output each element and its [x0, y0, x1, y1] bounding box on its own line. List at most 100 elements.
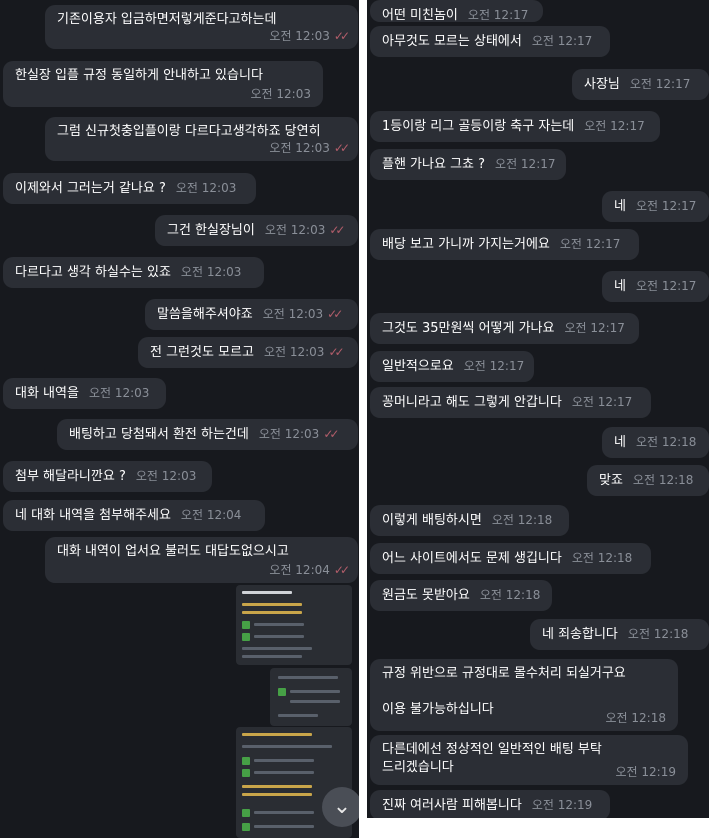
message-text: 맞죠 [599, 473, 623, 488]
received-message-bubble: 다른데에선 정상적인 일반적인 배팅 부탁 드리겠습니다 오전 12:19 [370, 735, 688, 785]
timestamp: 오전 12:03 [263, 345, 325, 359]
message-text: 배당 보고 가니까 가지는거에요 [382, 237, 550, 252]
message-text: 그것도 35만원씩 어떻게 가나요 [382, 321, 555, 336]
received-message-bubble: 꽁머니라고 해도 그렇게 안갑니다 오전 12:17 [370, 387, 651, 418]
message-text: 어떤 미친놈이 [382, 8, 458, 23]
timestamp: 오전 12:04 [180, 508, 242, 522]
received-message-bubble: 어떤 미친놈이 오전 12:17 [370, 0, 543, 23]
message-time: 오전 12:03 ✓✓ [258, 427, 340, 441]
message-time: 오전 12:19 [532, 798, 592, 812]
chat-pane-left: ⌄ 기존이용자 입금하면저렇게준다고하는데 오전 12:03 ✓✓ 한실장 입플 규정… [0, 0, 359, 838]
message-text: 네 [614, 199, 626, 214]
sent-message-bubble: 말씀을해주셔야죠 오전 12:03 ✓✓ [145, 299, 358, 330]
message-time: 오전 12:17 [495, 157, 555, 171]
timestamp: 오전 12:18 [571, 551, 633, 565]
message-time: 오전 12:19 [616, 763, 676, 781]
timestamp: 오전 12:03 [258, 427, 320, 441]
message-text: 이제와서 그러는거 같나요 ? [15, 181, 166, 196]
message-time: 오전 12:03 ✓✓ [269, 27, 350, 45]
read-check-icon: ✓✓ [328, 345, 344, 359]
timestamp: 오전 12:18 [632, 473, 694, 487]
received-message-bubble: 이제와서 그러는거 같나요 ? 오전 12:03 [3, 173, 256, 204]
chat-pane-right: 어떤 미친놈이 오전 12:17 아무것도 모르는 상태에서 오전 12:17 사장님 오… [367, 0, 709, 838]
timestamp: 오전 12:03 [175, 181, 237, 195]
received-message-bubble: 플핸 가나요 그쵸 ? 오전 12:17 [370, 149, 566, 180]
message-time: 오전 12:03 [251, 85, 311, 103]
message-text: 배팅하고 당첨돼서 환전 하는건데 [69, 427, 249, 442]
received-message-bubble: 원금도 못받아요 오전 12:18 [370, 580, 552, 611]
message-text: 원금도 못받아요 [382, 588, 470, 603]
received-message-bubble: 일반적으로요 오전 12:17 [370, 351, 534, 382]
timestamp: 오전 12:18 [605, 711, 666, 725]
timestamp: 오전 12:18 [479, 588, 541, 602]
message-text: 플핸 가나요 그쵸 ? [382, 157, 486, 172]
message-text: 다르다고 생각 하실수는 있죠 [15, 265, 171, 280]
received-message-bubble: 한실장 입플 규정 동일하게 안내하고 있습니다 오전 12:03 [3, 61, 323, 107]
message-text: 첨부 해달라니깐요 ? [15, 469, 126, 484]
message-text: 1등이랑 리그 골등이랑 축구 자는데 [382, 119, 575, 134]
timestamp: 오전 12:17 [531, 34, 593, 48]
message-time: 오전 12:17 [584, 119, 644, 133]
message-time: 오전 12:17 [572, 395, 632, 409]
timestamp: 오전 12:17 [463, 359, 525, 373]
read-check-icon: ✓✓ [327, 307, 343, 321]
message-time: 오전 12:18 [628, 627, 688, 641]
message-time: 오전 12:18 [633, 473, 693, 487]
message-text: 아무것도 모르는 상태에서 [382, 34, 522, 49]
message-time: 오전 12:03 ✓✓ [265, 223, 346, 237]
message-time: 오전 12:03 [136, 469, 196, 483]
message-time: 오전 12:17 [560, 237, 620, 251]
message-time: 오전 12:17 [564, 321, 624, 335]
message-text: 네 대화 내역을 첨부해주세요 [15, 508, 171, 523]
message-time: 오전 12:18 [572, 551, 632, 565]
message-time: 오전 12:18 [492, 513, 552, 527]
read-check-icon: ✓✓ [323, 427, 339, 441]
divider [367, 818, 709, 838]
message-time: 오전 12:17 [464, 359, 524, 373]
sent-message-bubble: 전 그런것도 모르고 오전 12:03 ✓✓ [138, 337, 358, 368]
received-message-bubble: 규정 위반으로 규정대로 몰수처리 되실거구요 이용 불가능하십니다 오전 12:… [370, 659, 678, 731]
timestamp: 오전 12:03 [135, 469, 197, 483]
message-time: 오전 12:17 [468, 8, 528, 22]
sent-message-bubble: 그건 한실장님이 오전 12:03 ✓✓ [155, 215, 358, 246]
timestamp: 오전 12:17 [635, 199, 697, 213]
received-message-bubble: 다르다고 생각 하실수는 있죠 오전 12:03 [3, 257, 264, 288]
divider [359, 0, 367, 838]
message-text: 기존이용자 입금하면저렇게준다고하는데 [57, 12, 277, 27]
screenshot-attachment-middle[interactable] [270, 668, 352, 726]
screenshot-attachment-top[interactable] [236, 585, 352, 665]
message-text: 네 [614, 435, 626, 450]
timestamp: 오전 12:03 [88, 386, 150, 400]
received-message-bubble: 그것도 35만원씩 어떻게 가나요 오전 12:17 [370, 313, 639, 344]
sent-message-bubble: 그럼 신규첫충입플이랑 다르다고생각하죠 당연히 오전 12:03 ✓✓ [45, 117, 358, 161]
message-text: 전 그런것도 모르고 [150, 345, 254, 360]
timestamp: 오전 12:18 [491, 513, 553, 527]
timestamp: 오전 12:03 [262, 307, 324, 321]
received-message-bubble: 첨부 해달라니깐요 ? 오전 12:03 [3, 461, 212, 492]
timestamp: 오전 12:17 [584, 119, 645, 133]
message-time: 오전 12:03 [176, 181, 236, 195]
message-time: 오전 12:17 [636, 279, 696, 293]
timestamp: 오전 12:03 [250, 87, 311, 101]
message-time: 오전 12:18 [480, 588, 540, 602]
message-text: 말씀을해주셔야죠 [157, 307, 253, 322]
message-text: 대화 내역이 업서요 불러도 대답도없으시고 [57, 544, 289, 559]
message-text: 규정 위반으로 규정대로 몰수처리 되실거구요 이용 불가능하십니다 [382, 666, 626, 717]
timestamp: 오전 12:04 [269, 563, 330, 577]
received-message-bubble: 아무것도 모르는 상태에서 오전 12:17 [370, 26, 610, 57]
timestamp: 오전 12:17 [629, 77, 691, 91]
sent-message-bubble: 사장님 오전 12:17 [572, 69, 709, 100]
message-text: 진짜 여러사람 피해봅니다 [382, 798, 522, 813]
timestamp: 오전 12:17 [495, 157, 556, 171]
message-time: 오전 12:17 [532, 34, 592, 48]
message-text: 사장님 [584, 77, 620, 92]
chevron-down-icon[interactable]: ⌄ [322, 787, 359, 827]
timestamp: 오전 12:03 [269, 29, 330, 43]
timestamp: 오전 12:17 [559, 237, 621, 251]
sent-message-bubble: 네 오전 12:18 [602, 427, 709, 458]
sent-message-bubble: 배팅하고 당첨돼서 환전 하는건데 오전 12:03 ✓✓ [57, 419, 358, 450]
timestamp: 오전 12:17 [564, 321, 625, 335]
message-text: 대화 내역을 [15, 386, 79, 401]
timestamp: 오전 12:19 [615, 765, 676, 779]
message-time: 오전 12:18 [606, 709, 666, 727]
